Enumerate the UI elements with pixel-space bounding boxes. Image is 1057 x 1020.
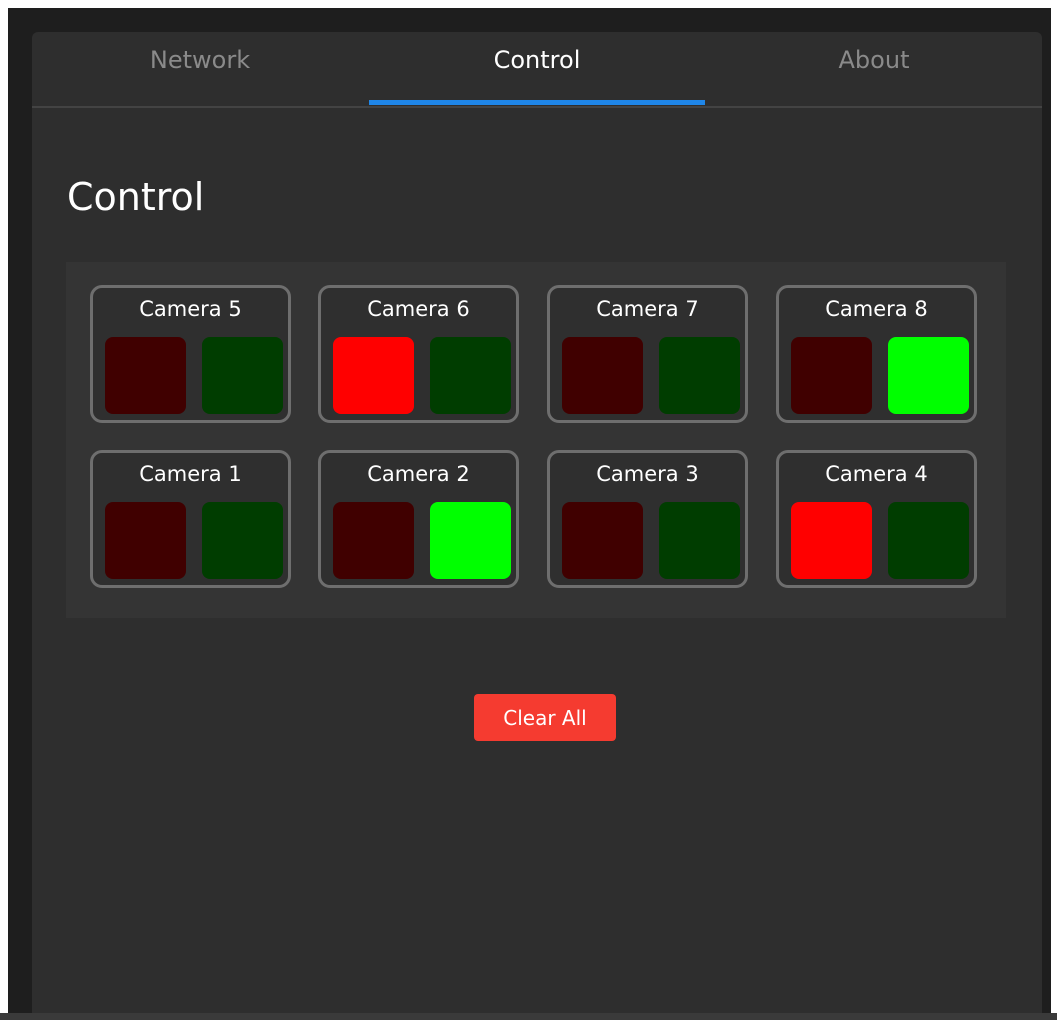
red-tally-button[interactable] — [562, 502, 643, 579]
camera-grid: Camera 5 Camera 6 Camera 7 Camera 8 Came… — [66, 262, 1006, 618]
camera-name: Camera 5 — [139, 297, 242, 321]
tab-about[interactable]: About — [706, 32, 1042, 106]
camera-name: Camera 8 — [825, 297, 928, 321]
window-bottom-edge — [0, 1013, 1057, 1020]
green-tally-button[interactable] — [202, 337, 283, 414]
camera-name: Camera 4 — [825, 462, 928, 486]
camera-name: Camera 1 — [139, 462, 242, 486]
camera-name: Camera 6 — [367, 297, 470, 321]
camera-card-8: Camera 8 — [776, 285, 977, 423]
camera-card-7: Camera 7 — [547, 285, 748, 423]
camera-card-3: Camera 3 — [547, 450, 748, 588]
red-tally-button[interactable] — [333, 502, 414, 579]
main-panel: Network Control About Control Camera 5 C… — [32, 32, 1042, 1020]
tab-control[interactable]: Control — [369, 32, 705, 106]
red-tally-button[interactable] — [333, 337, 414, 414]
green-tally-button[interactable] — [202, 502, 283, 579]
camera-card-2: Camera 2 — [318, 450, 519, 588]
red-tally-button[interactable] — [105, 337, 186, 414]
camera-name: Camera 3 — [596, 462, 699, 486]
clear-all-button[interactable]: Clear All — [474, 694, 616, 741]
green-tally-button[interactable] — [888, 337, 969, 414]
green-tally-button[interactable] — [430, 337, 511, 414]
red-tally-button[interactable] — [791, 337, 872, 414]
camera-card-1: Camera 1 — [90, 450, 291, 588]
camera-card-5: Camera 5 — [90, 285, 291, 423]
red-tally-button[interactable] — [562, 337, 643, 414]
tab-bar: Network Control About — [32, 32, 1042, 108]
camera-card-6: Camera 6 — [318, 285, 519, 423]
camera-card-4: Camera 4 — [776, 450, 977, 588]
green-tally-button[interactable] — [659, 337, 740, 414]
red-tally-button[interactable] — [791, 502, 872, 579]
app-window: Network Control About Control Camera 5 C… — [8, 8, 1051, 1020]
tab-network[interactable]: Network — [32, 32, 368, 106]
active-tab-indicator — [369, 100, 705, 105]
green-tally-button[interactable] — [430, 502, 511, 579]
camera-name: Camera 7 — [596, 297, 699, 321]
page-title: Control — [67, 175, 205, 219]
red-tally-button[interactable] — [105, 502, 186, 579]
green-tally-button[interactable] — [659, 502, 740, 579]
green-tally-button[interactable] — [888, 502, 969, 579]
camera-name: Camera 2 — [367, 462, 470, 486]
